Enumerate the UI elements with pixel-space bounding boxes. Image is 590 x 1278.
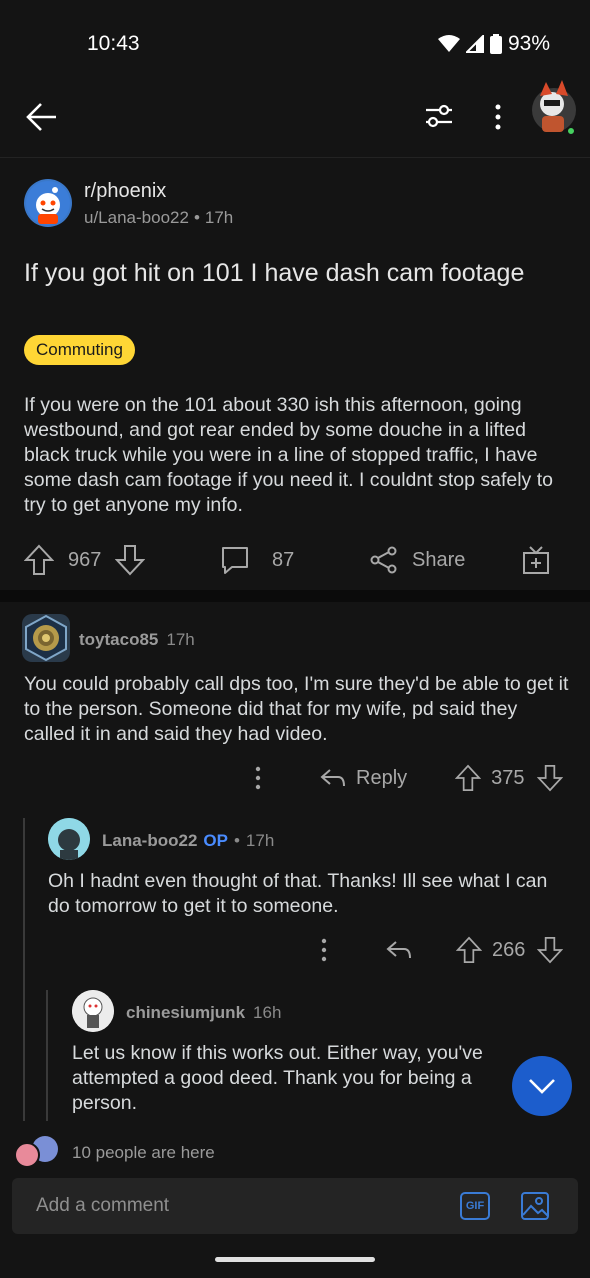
subreddit-name[interactable]: r/phoenix	[84, 180, 166, 203]
reply-arrow-icon[interactable]	[386, 940, 412, 960]
comment-input[interactable]: Add a comment	[36, 1195, 169, 1217]
meta-dot: •	[193, 208, 200, 227]
comment-meta: chinesiumjunk 16h	[126, 1003, 281, 1023]
chevron-down-icon	[529, 1079, 555, 1094]
post-age: 17h	[204, 208, 234, 227]
comment-author[interactable]: chinesiumjunk	[126, 1003, 245, 1023]
comment-meta: Lana-boo22 OP • 17h	[102, 831, 274, 851]
back-arrow-icon[interactable]	[26, 102, 58, 132]
comment-age: 17h	[166, 630, 195, 649]
meta-dot: •	[233, 831, 240, 850]
more-options-icon[interactable]	[494, 104, 502, 130]
comment-actions: 266	[320, 934, 564, 966]
comment-text: You could probably call dps too, I'm sur…	[24, 673, 569, 745]
comment-text: Oh I hadnt even thought of that. Thanks!…	[48, 870, 548, 917]
more-options-icon[interactable]	[320, 938, 328, 962]
commenter-avatar[interactable]	[48, 818, 90, 860]
post-meta: u/Lana-boo22 • 17h	[84, 208, 233, 228]
reply-arrow-icon	[320, 769, 345, 787]
subreddit-icon[interactable]	[24, 179, 72, 227]
post-body: If you were on the 101 about 330 ish thi…	[24, 394, 553, 516]
status-bar: 10:43 93%	[0, 0, 590, 90]
battery-icon	[489, 34, 502, 54]
op-badge: OP	[203, 831, 228, 850]
commenter-avatar[interactable]	[22, 614, 70, 662]
reply-label: Reply	[356, 766, 408, 789]
user-avatar[interactable]	[530, 74, 578, 138]
commenter-avatar[interactable]	[72, 990, 114, 1032]
sort-filter-icon[interactable]	[424, 102, 454, 130]
section-divider	[0, 590, 590, 602]
comment-age: 16h	[253, 1003, 282, 1022]
upvote-icon[interactable]	[456, 936, 482, 964]
thread-line[interactable]	[23, 818, 25, 1121]
cell-signal-icon	[465, 35, 484, 53]
top-app-bar	[0, 80, 590, 158]
comment-author[interactable]: toytaco85	[79, 630, 158, 650]
gif-button[interactable]: GIF	[460, 1192, 490, 1220]
post-author[interactable]: u/Lana-boo22	[84, 208, 189, 228]
image-upload-icon[interactable]	[520, 1191, 550, 1221]
downvote-icon[interactable]	[537, 936, 564, 964]
award-icon[interactable]	[522, 545, 550, 575]
downvote-icon[interactable]	[536, 764, 563, 792]
presence-text: 10 people are here	[72, 1143, 215, 1162]
share-button[interactable]: Share	[370, 543, 465, 577]
battery-percent: 93%	[507, 32, 550, 55]
more-options-icon[interactable]	[254, 766, 262, 790]
presence-avatars	[12, 1136, 60, 1168]
upvote-icon[interactable]	[24, 544, 54, 576]
comment-count: 87	[272, 548, 295, 571]
online-indicator	[566, 126, 576, 136]
post-vote-count: 967	[68, 548, 102, 571]
reply-button[interactable]: Reply	[320, 767, 407, 790]
status-time: 10:43	[87, 32, 140, 55]
thread-line[interactable]	[46, 990, 48, 1121]
post-vote-group: 967	[24, 543, 146, 577]
comment-actions: Reply 375	[254, 762, 574, 794]
comment-text: Let us know if this works out. Either wa…	[72, 1042, 483, 1114]
next-comment-button[interactable]	[512, 1056, 572, 1116]
post-flair[interactable]: Commuting	[24, 335, 135, 365]
comment-vote-count: 266	[492, 938, 526, 961]
comments-button[interactable]: 87	[220, 543, 294, 577]
comment-bubble-icon	[222, 547, 248, 574]
downvote-icon[interactable]	[115, 544, 146, 576]
gif-label: GIF	[465, 1200, 485, 1212]
comment-vote-count: 375	[491, 766, 525, 789]
upvote-icon[interactable]	[455, 764, 482, 792]
wifi-icon	[437, 35, 460, 52]
comment-composer[interactable]: Add a comment GIF	[12, 1178, 578, 1234]
share-label: Share	[412, 548, 466, 571]
post-title: If you got hit on 101 I have dash cam fo…	[24, 259, 525, 287]
home-indicator[interactable]	[215, 1257, 375, 1262]
comment-meta: toytaco85 17h	[79, 630, 195, 650]
comment-author[interactable]: Lana-boo22	[102, 831, 197, 851]
presence-avatar	[14, 1142, 40, 1168]
status-icons: 93%	[437, 32, 550, 56]
comment-age: 17h	[245, 831, 275, 850]
share-icon	[370, 546, 397, 574]
